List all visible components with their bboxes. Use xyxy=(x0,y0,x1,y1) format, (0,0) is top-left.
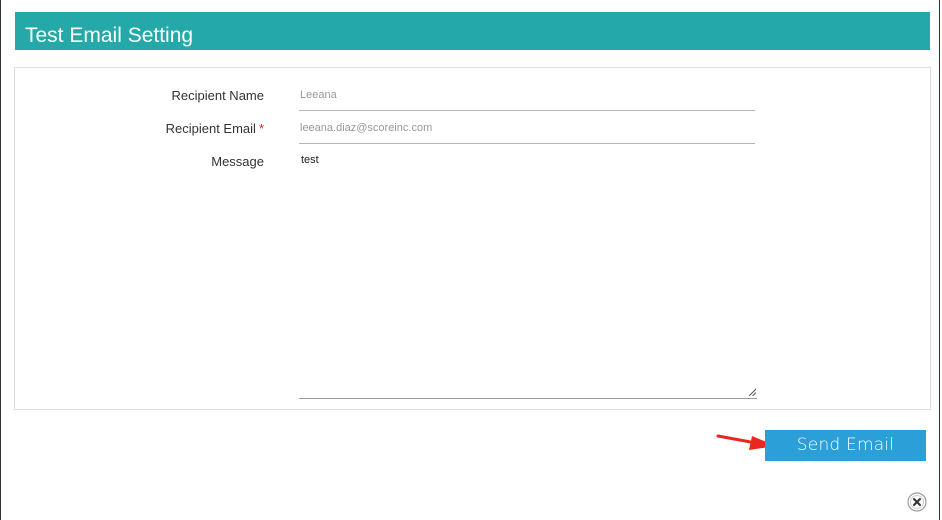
message-textarea[interactable]: test xyxy=(299,149,757,399)
recipient-email-input[interactable]: leeana.diaz@scoreinc.com xyxy=(299,120,755,144)
close-icon[interactable] xyxy=(906,491,928,513)
email-form-panel: Recipient Name Leeana Recipient Email * l… xyxy=(14,67,931,410)
message-label-text: Message xyxy=(211,154,264,169)
dialog-title: Test Email Setting xyxy=(25,24,194,47)
required-marker: * xyxy=(258,121,264,136)
recipient-email-value: leeana.diaz@scoreinc.com xyxy=(300,122,433,134)
recipient-name-value: Leeana xyxy=(300,89,337,101)
recipient-email-label: Recipient Email * xyxy=(166,121,264,136)
message-label: Message xyxy=(211,154,264,169)
message-value: test xyxy=(301,154,319,166)
recipient-name-label: Recipient Name xyxy=(172,88,265,103)
recipient-name-label-text: Recipient Name xyxy=(171,88,265,103)
send-email-button[interactable]: Send Email xyxy=(765,430,926,461)
resize-handle-icon[interactable] xyxy=(748,388,756,396)
recipient-name-input[interactable]: Leeana xyxy=(299,87,755,111)
recipient-email-label-text: Recipient Email xyxy=(165,121,256,136)
dialog-header: Test Email Setting xyxy=(15,12,930,50)
